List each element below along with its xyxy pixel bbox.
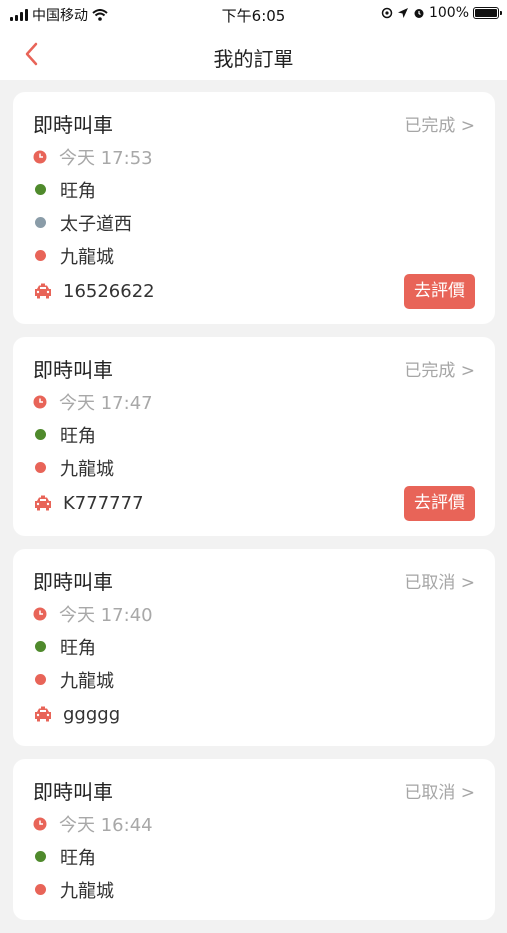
order-type: 即時叫車 bbox=[33, 569, 113, 594]
pickup-location: 旺角 bbox=[60, 180, 96, 202]
car-plate: ggggg bbox=[63, 703, 121, 725]
order-status-link[interactable]: 已取消 > bbox=[404, 568, 475, 593]
status-right: 100% bbox=[381, 5, 502, 21]
car-plate: K777777 bbox=[63, 492, 144, 514]
destination-dot-icon bbox=[35, 250, 46, 261]
destination-location: 九龍城 bbox=[60, 880, 114, 902]
pickup-location: 旺角 bbox=[60, 425, 96, 447]
order-status-link[interactable]: 已完成 > bbox=[404, 111, 475, 136]
battery-icon bbox=[473, 7, 502, 19]
clock-icon bbox=[33, 817, 47, 830]
pickup-dot-icon bbox=[35, 184, 46, 195]
order-time: 今天 17:53 bbox=[59, 147, 153, 169]
order-type: 即時叫車 bbox=[33, 779, 113, 804]
order-type: 即時叫車 bbox=[33, 357, 113, 382]
order-time: 今天 17:47 bbox=[59, 392, 153, 414]
rate-button[interactable]: 去評價 bbox=[404, 485, 475, 521]
taxi-icon bbox=[35, 706, 51, 722]
car-plate: 16526622 bbox=[63, 280, 155, 302]
taxi-icon bbox=[35, 283, 51, 299]
orientation-lock-icon bbox=[381, 7, 393, 19]
nav-bar: 我的訂單 bbox=[0, 30, 507, 80]
destination-dot-icon bbox=[35, 462, 46, 473]
pickup-location: 旺角 bbox=[60, 847, 96, 869]
waypoint-location: 太子道西 bbox=[60, 213, 132, 235]
pickup-dot-icon bbox=[35, 641, 46, 652]
destination-location: 九龍城 bbox=[60, 246, 114, 268]
order-card[interactable]: 即時叫車 已取消 > 今天 16:44 旺角 九龍城 bbox=[13, 759, 495, 920]
order-type: 即時叫車 bbox=[33, 112, 113, 137]
order-status-link[interactable]: 已取消 > bbox=[404, 778, 475, 803]
pickup-dot-icon bbox=[35, 851, 46, 862]
order-list: 即時叫車 已完成 > 今天 17:53 旺角 太子道西 九龍城 16526622… bbox=[13, 92, 495, 933]
location-icon bbox=[397, 8, 408, 18]
pickup-dot-icon bbox=[35, 429, 46, 440]
destination-dot-icon bbox=[35, 674, 46, 685]
status-bar: 中国移动 下午6:05 100% bbox=[0, 0, 507, 30]
alarm-icon bbox=[414, 9, 424, 18]
taxi-icon bbox=[35, 495, 51, 511]
order-card[interactable]: 即時叫車 已完成 > 今天 17:53 旺角 太子道西 九龍城 16526622… bbox=[13, 92, 495, 324]
waypoint-dot-icon bbox=[35, 217, 46, 228]
clock-icon bbox=[33, 150, 47, 163]
pickup-location: 旺角 bbox=[60, 637, 96, 659]
order-card[interactable]: 即時叫車 已完成 > 今天 17:47 旺角 九龍城 K777777 去評價 bbox=[13, 337, 495, 536]
order-card[interactable]: 即時叫車 已取消 > 今天 17:40 旺角 九龍城 ggggg bbox=[13, 549, 495, 746]
battery-percent: 100% bbox=[428, 5, 469, 21]
clock-icon bbox=[33, 395, 47, 408]
clock-icon bbox=[33, 607, 47, 620]
order-time: 今天 16:44 bbox=[59, 814, 153, 836]
page-title: 我的訂單 bbox=[213, 47, 294, 71]
order-time: 今天 17:40 bbox=[59, 604, 153, 626]
order-status-link[interactable]: 已完成 > bbox=[404, 356, 475, 381]
destination-dot-icon bbox=[35, 884, 46, 895]
destination-location: 九龍城 bbox=[60, 458, 114, 480]
destination-location: 九龍城 bbox=[60, 670, 114, 692]
rate-button[interactable]: 去評價 bbox=[404, 273, 475, 309]
